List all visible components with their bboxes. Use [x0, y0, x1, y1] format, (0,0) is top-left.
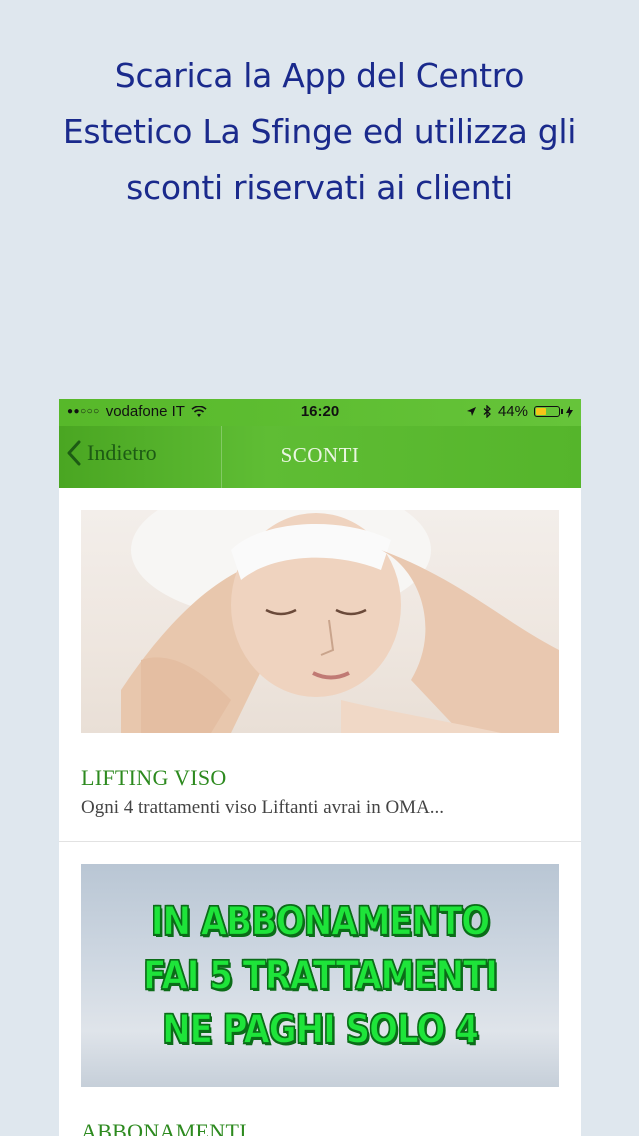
- face-illustration: [121, 510, 559, 733]
- bluetooth-icon: [483, 405, 491, 418]
- banner-line-1: IN ABBONAMENTO: [150, 898, 490, 945]
- banner-line-3: NE PAGHI SOLO 4: [162, 1006, 480, 1053]
- card-description: Ogni 4 trattamenti viso Liftanti avrai i…: [81, 797, 445, 818]
- facial-massage-photo: [81, 510, 559, 733]
- status-bar: ●●○○○ vodafone IT 16:20 44%: [59, 399, 581, 426]
- navigation-bar: Indietro SCONTI: [59, 426, 581, 488]
- promo-line-2: Estetico La Sfinge ed utilizza gli: [62, 112, 577, 151]
- battery-level: [536, 408, 546, 415]
- location-arrow-icon: [466, 407, 476, 416]
- promo-headline: Scarica la App del Centro Estetico La Sf…: [20, 48, 619, 216]
- discount-card-lifting[interactable]: LIFTING VISO Ogni 4 trattamenti viso Lif…: [59, 488, 581, 842]
- battery-icon: [534, 406, 563, 417]
- page-title: SCONTI: [280, 443, 360, 467]
- subscription-promo-banner: IN ABBONAMENTO FAI 5 TRATTAMENTI NE PAGH…: [81, 864, 559, 1087]
- promo-line-3: sconti riservati ai clienti: [126, 168, 513, 207]
- banner-line-2: FAI 5 TRATTAMENTI: [143, 952, 499, 999]
- card-title: ABBONAMENTI: [81, 1119, 247, 1136]
- promo-line-1: Scarica la App del Centro: [114, 56, 525, 95]
- charging-bolt-icon: [566, 405, 573, 418]
- battery-percent: 44%: [497, 403, 528, 420]
- card-title: LIFTING VISO: [81, 765, 227, 790]
- discount-card-abbonamenti[interactable]: IN ABBONAMENTO FAI 5 TRATTAMENTI NE PAGH…: [59, 842, 581, 1136]
- phone-screenshot: ●●○○○ vodafone IT 16:20 44% Indietro SCO…: [59, 399, 581, 1136]
